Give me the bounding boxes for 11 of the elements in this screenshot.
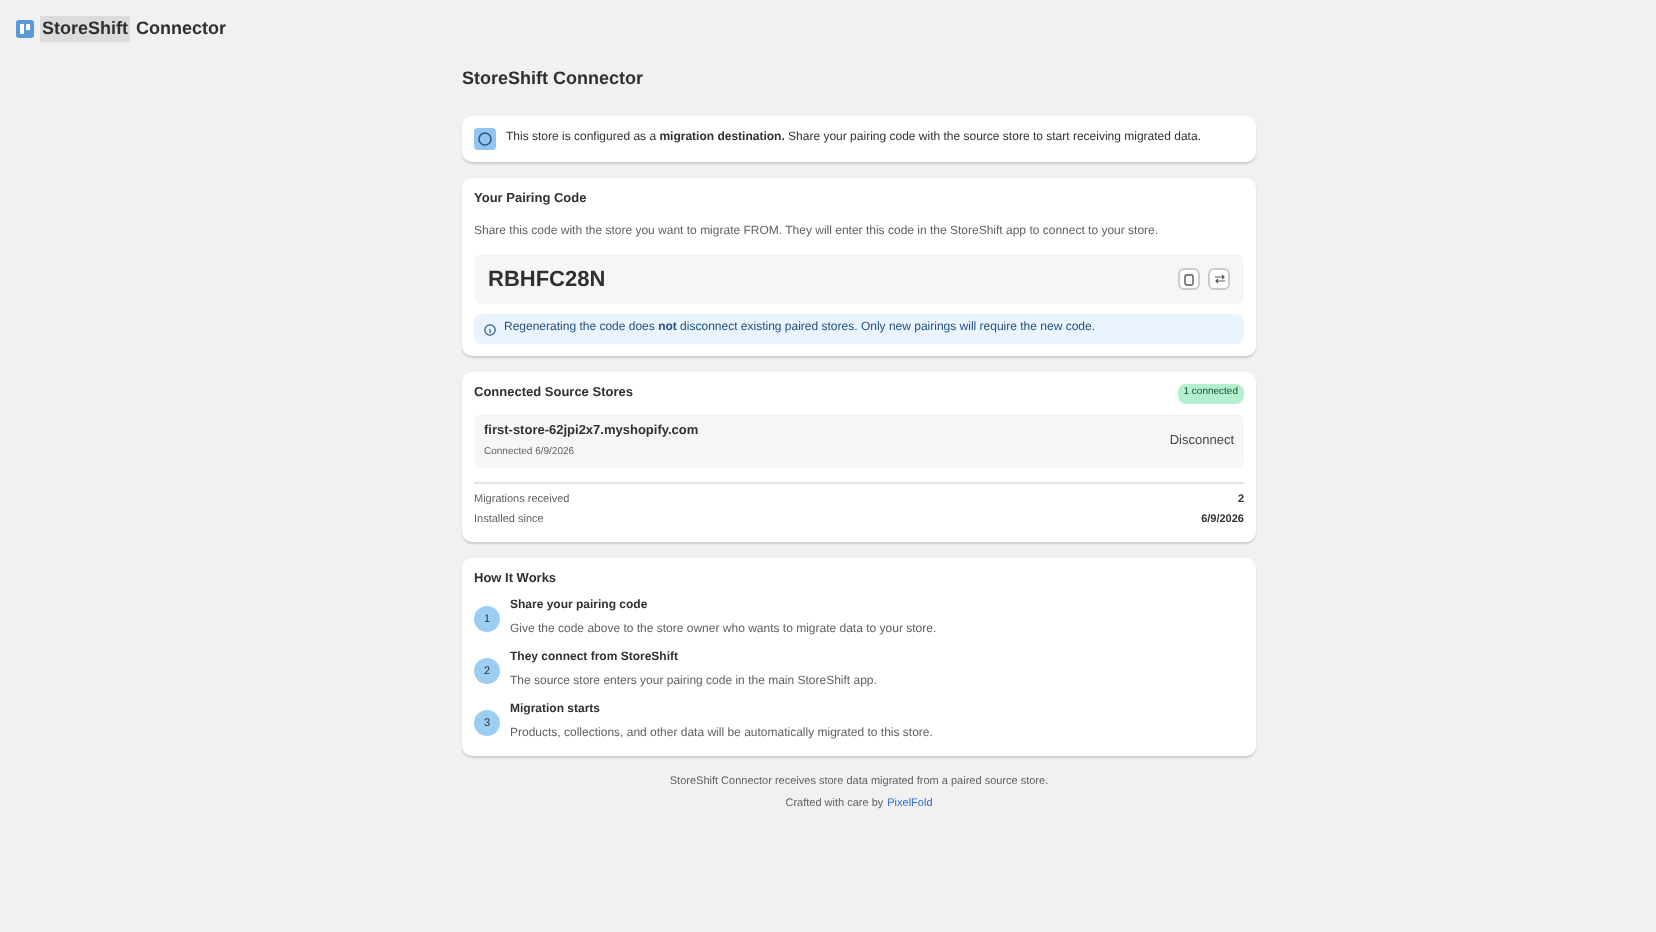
- copy-button[interactable]: [1178, 268, 1200, 291]
- pairing-code: RBHFC28N: [488, 265, 606, 295]
- app-name: StoreShift: [40, 15, 131, 43]
- swap-arrows-icon: [1213, 274, 1225, 285]
- app-logo-icon: [16, 20, 34, 38]
- info-icon: [484, 323, 496, 336]
- regenerate-button[interactable]: [1208, 268, 1230, 291]
- clipboard-icon: [1184, 273, 1194, 286]
- info-icon: [474, 127, 496, 149]
- app-name: Connector: [136, 15, 227, 42]
- page-title: StoreShift Connector: [462, 66, 646, 92]
